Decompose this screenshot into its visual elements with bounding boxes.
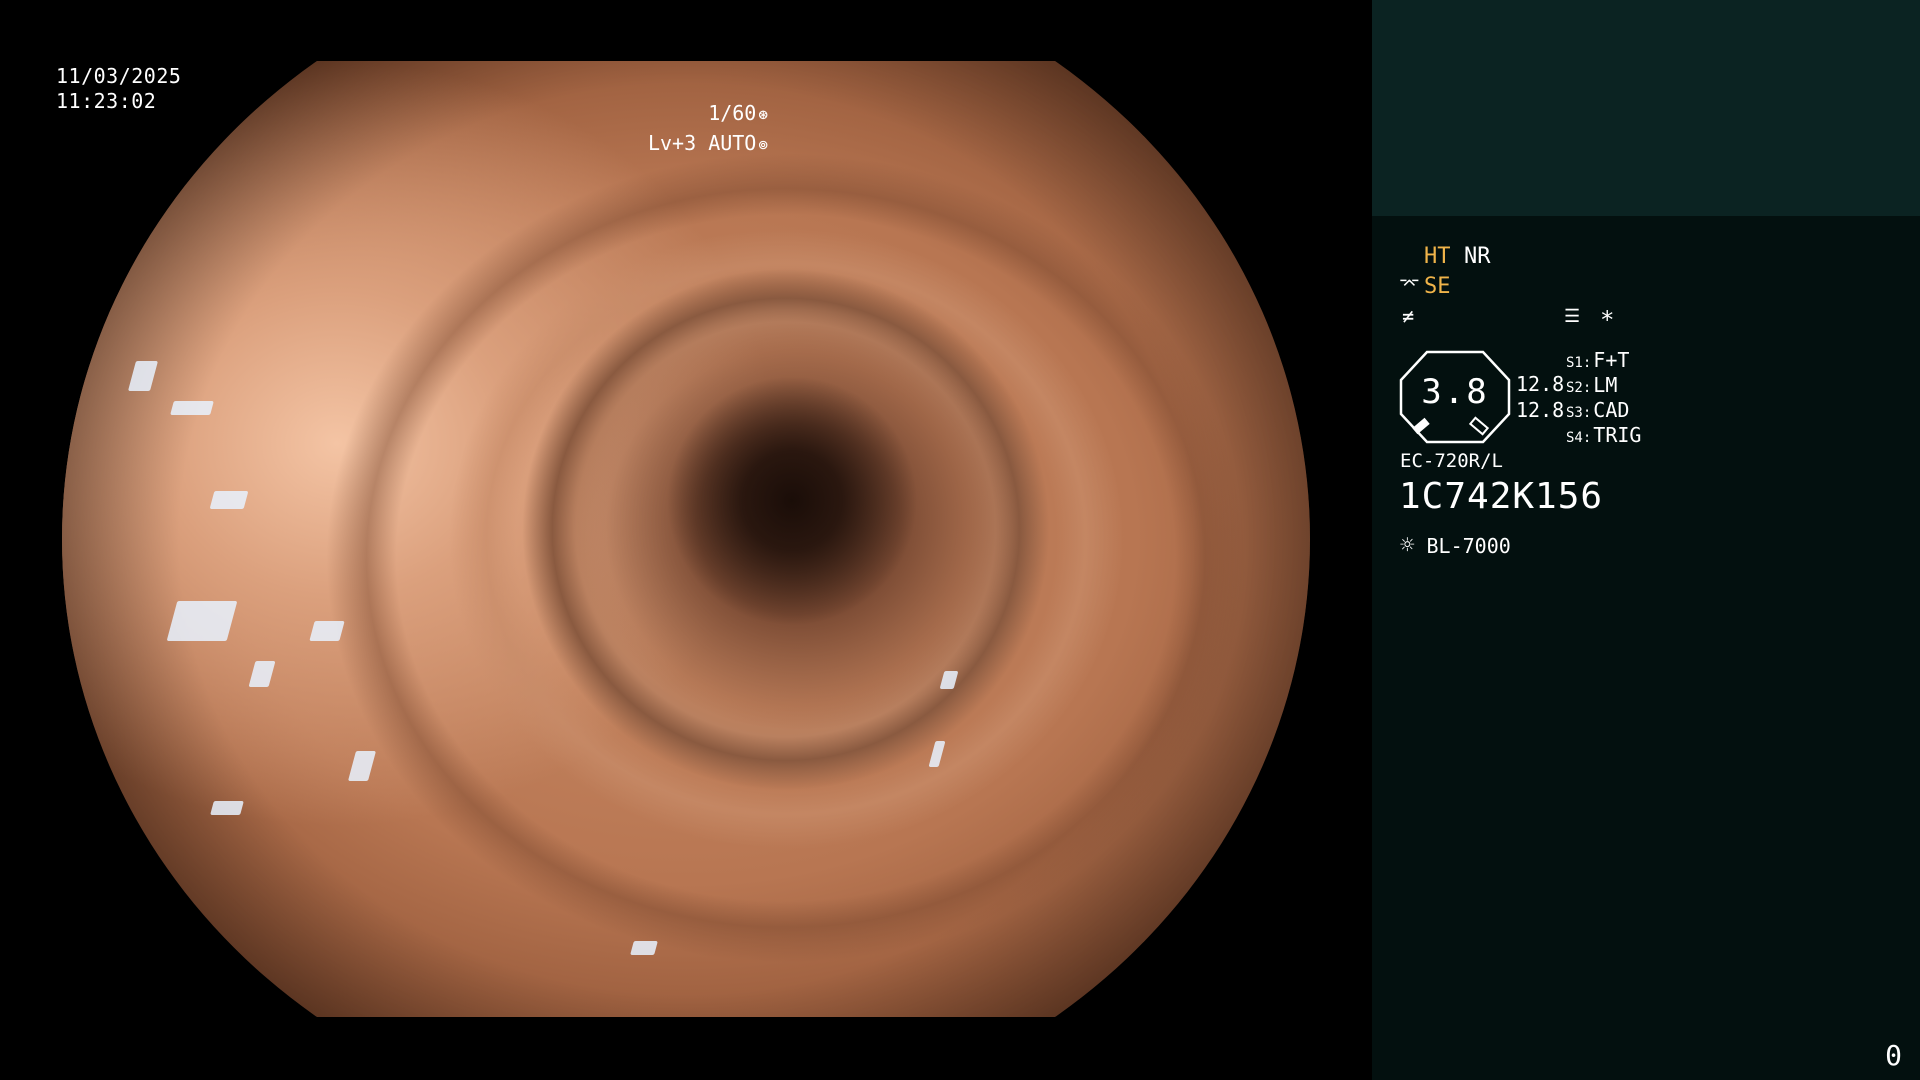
- switch-key: S2:: [1566, 380, 1592, 396]
- glare-highlight: [309, 621, 345, 641]
- shutter-speed: 1/60: [708, 101, 757, 125]
- scope-model: EC-720R/L: [1400, 450, 1503, 472]
- switch-key: S4:: [1566, 430, 1592, 446]
- vignette: [62, 61, 1310, 1017]
- level-row: Lv+3 AUTO ⊚: [648, 129, 768, 159]
- datetime-display: 11/03/2025 11:23:02: [56, 64, 181, 114]
- switch-key: S3:: [1566, 405, 1592, 421]
- light-source: ☼ BL-7000: [1400, 531, 1511, 559]
- switch-s4: S4: TRIG: [1566, 423, 1641, 447]
- image-counter: 0: [1885, 1039, 1902, 1072]
- switch-value: LM: [1593, 373, 1618, 397]
- switch-value: CAD: [1593, 398, 1630, 422]
- shutter-row: 1/60 ⊛: [648, 99, 768, 129]
- switch-s1: S1: F+T: [1566, 348, 1629, 372]
- endoscope-view: 11/03/2025 11:23:02 1/60 ⊛ Lv+3 AUTO ⊚: [0, 0, 1372, 1080]
- switch-key: S1:: [1566, 355, 1592, 371]
- slash-icon: ≠: [1402, 304, 1415, 328]
- gauge-value: 3.8: [1421, 372, 1489, 412]
- se-label: SE: [1424, 274, 1451, 299]
- iris-icon: ⊚: [758, 135, 768, 154]
- enhance-icon: ⌤: [1399, 274, 1420, 295]
- switch-value: TRIG: [1593, 423, 1642, 447]
- glare-highlight: [209, 491, 249, 509]
- glare-highlight: [210, 801, 244, 815]
- endoscope-image: [62, 61, 1310, 1017]
- gauge-left-value: 12.8: [1516, 372, 1565, 396]
- status-panel: HT NR ⌤ SE ≠ ☰ * 3.8 12.8 12.8 S1: F+T S2…: [1372, 0, 1920, 1080]
- ht-label: HT: [1424, 244, 1451, 269]
- switch-s2: S2: LM: [1566, 373, 1617, 397]
- sun-icon: ☼: [1400, 531, 1415, 559]
- gauge-right-value: 12.8: [1516, 398, 1565, 422]
- light-source-label: BL-7000: [1426, 534, 1511, 558]
- switch-value: F+T: [1593, 348, 1630, 372]
- scope-serial: 1C742K156: [1399, 476, 1604, 517]
- iris-mode: AUTO: [708, 131, 757, 155]
- glare-highlight: [170, 401, 214, 415]
- switch-s3: S3: CAD: [1566, 398, 1629, 422]
- star-label: *: [1600, 306, 1615, 334]
- time-label: 11:23:02: [56, 89, 157, 113]
- camera-settings: 1/60 ⊛ Lv+3 AUTO ⊚: [648, 99, 768, 159]
- list-icon: ☰: [1564, 306, 1581, 327]
- panel-header-area: [1372, 0, 1920, 216]
- aperture-icon: ⊛: [758, 105, 768, 124]
- brightness-level: Lv+3: [647, 131, 697, 155]
- glare-highlight: [166, 601, 238, 641]
- nr-label: NR: [1464, 244, 1491, 269]
- date-label: 11/03/2025: [56, 64, 182, 88]
- glare-highlight: [630, 941, 658, 955]
